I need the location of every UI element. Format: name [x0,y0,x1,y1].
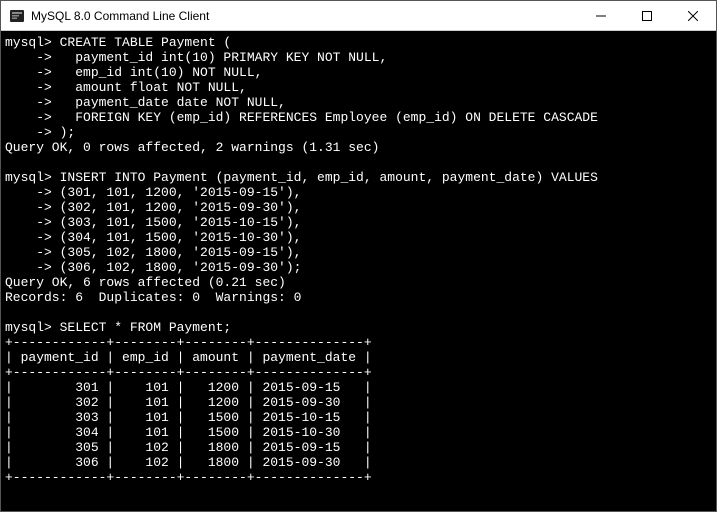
minimize-button[interactable] [578,1,624,31]
titlebar: MySQL 8.0 Command Line Client [1,1,716,31]
close-button[interactable] [670,1,716,31]
app-icon [9,8,25,24]
maximize-button[interactable] [624,1,670,31]
terminal-output[interactable]: mysql> CREATE TABLE Payment ( -> payment… [1,31,716,511]
window-title: MySQL 8.0 Command Line Client [31,9,209,23]
